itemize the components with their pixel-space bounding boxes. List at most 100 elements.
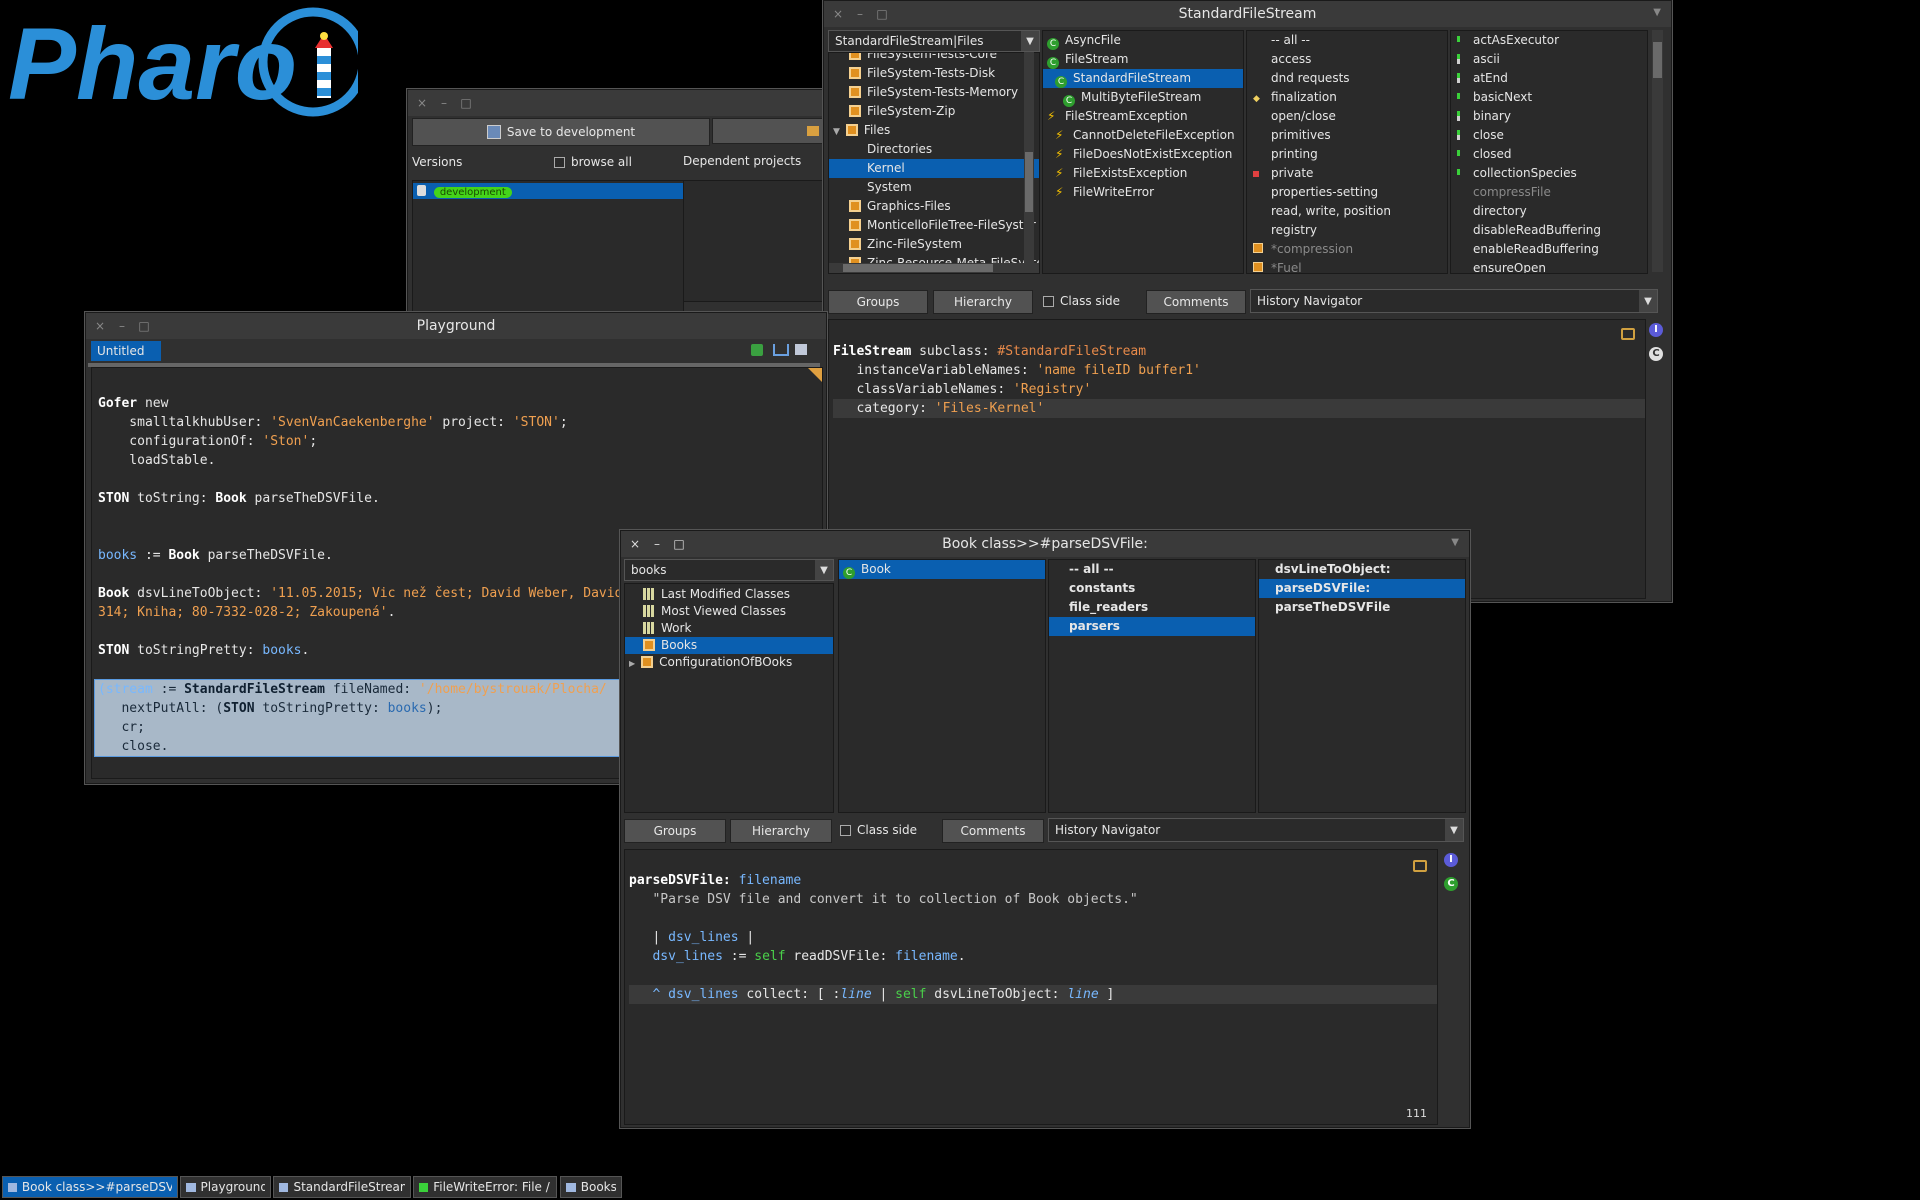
comments-button[interactable]: Comments — [942, 819, 1044, 843]
method-row[interactable]: parseDSVFile: — [1259, 579, 1465, 598]
minimize-icon[interactable]: – — [651, 537, 663, 551]
groups-button[interactable]: Groups — [828, 290, 928, 314]
info-icon[interactable]: I — [1649, 323, 1663, 337]
expand-arrow-icon[interactable]: ▶ — [629, 659, 635, 668]
protocol-row[interactable]: printing — [1247, 145, 1447, 164]
maximize-icon[interactable]: □ — [673, 537, 685, 551]
package-row[interactable]: ▶ ConfigurationOfBOoks — [625, 654, 833, 671]
protocol-row[interactable]: parsers — [1049, 617, 1255, 636]
class-row[interactable]: ⚡ FileStreamException — [1043, 107, 1243, 126]
book-package-list[interactable]: Last Modified Classes Most Viewed Classes… — [624, 583, 834, 813]
package-row[interactable]: System — [829, 178, 1039, 197]
method-row[interactable]: collectionSpecies — [1451, 164, 1647, 183]
method-row[interactable]: ascii — [1451, 50, 1647, 69]
method-row[interactable]: disableReadBuffering — [1451, 221, 1647, 240]
book-class-list[interactable]: C Book — [838, 559, 1046, 813]
dropdown-arrow-icon[interactable]: ▼ — [1445, 819, 1463, 841]
lock-icon[interactable] — [1413, 860, 1427, 872]
class-row[interactable]: C StandardFileStream — [1043, 69, 1243, 88]
dropdown-arrow-icon[interactable]: ▼ — [815, 560, 833, 580]
share-icon[interactable] — [773, 344, 789, 356]
class-row[interactable]: C Book — [839, 560, 1045, 579]
package-row[interactable]: Directories — [829, 140, 1039, 159]
horizontal-scrollbar[interactable] — [829, 263, 1039, 273]
dropdown-arrow-icon[interactable]: ▼ — [1021, 31, 1039, 51]
class-row[interactable]: ⚡ FileExistsException — [1043, 164, 1243, 183]
class-side-checkbox[interactable]: Class side — [840, 823, 917, 837]
package-row[interactable]: Zinc-FileSystem — [829, 235, 1039, 254]
package-filter-input[interactable]: books ▼ — [624, 559, 834, 581]
class-row[interactable]: C FileStream — [1043, 50, 1243, 69]
window-menu-icon[interactable]: ▼ — [1653, 7, 1661, 18]
package-filter-input[interactable]: StandardFileStream|Files ▼ — [828, 30, 1040, 52]
class-side-checkbox[interactable]: Class side — [1043, 294, 1120, 308]
method-row[interactable]: actAsExecutor — [1451, 31, 1647, 50]
maximize-icon[interactable]: □ — [138, 319, 150, 333]
method-row[interactable]: dsvLineToObject: — [1259, 560, 1465, 579]
package-scrollbar[interactable] — [1024, 52, 1034, 272]
protocol-row[interactable]: file_readers — [1049, 598, 1255, 617]
protocol-row[interactable]: -- all -- — [1247, 31, 1447, 50]
package-row[interactable]: Graphics-Files — [829, 197, 1039, 216]
class-icon[interactable]: C — [1444, 877, 1458, 891]
close-icon[interactable]: × — [94, 319, 106, 333]
history-navigator-dropdown[interactable]: History Navigator ▼ — [1250, 289, 1658, 313]
taskbar-item[interactable]: StandardFileStream — [273, 1176, 411, 1198]
close-icon[interactable]: × — [629, 537, 641, 551]
method-scrollbar[interactable] — [1652, 30, 1663, 272]
minimize-icon[interactable]: – — [438, 96, 450, 110]
protocol-row[interactable]: access — [1247, 50, 1447, 69]
package-row[interactable]: ▼ Files — [829, 121, 1039, 140]
method-row[interactable]: closed — [1451, 145, 1647, 164]
expand-arrow-icon[interactable]: ▼ — [833, 127, 840, 137]
method-row[interactable]: parseTheDSVFile — [1259, 598, 1465, 617]
protocol-row[interactable]: -- all -- — [1049, 560, 1255, 579]
class-row[interactable]: ⚡ FileDoesNotExistException — [1043, 145, 1243, 164]
load-button[interactable] — [712, 118, 824, 144]
method-row[interactable]: ensureOpen — [1451, 259, 1647, 273]
minimize-icon[interactable]: – — [854, 7, 866, 21]
sfs-protocol-list[interactable]: -- all -- access dnd requests ◆ finalization… — [1246, 30, 1448, 274]
class-row[interactable]: ⚡ CannotDeleteFileException — [1043, 126, 1243, 145]
package-row[interactable]: Most Viewed Classes — [625, 603, 833, 620]
method-row[interactable]: atEnd — [1451, 69, 1647, 88]
do-it-icon[interactable] — [751, 344, 763, 356]
maximize-icon[interactable]: □ — [460, 96, 472, 110]
protocol-row[interactable]: open/close — [1247, 107, 1447, 126]
package-row[interactable]: FileSystem-Tests-Disk — [829, 64, 1039, 83]
class-row[interactable]: C AsyncFile — [1043, 31, 1243, 50]
protocol-row[interactable]: read, write, position — [1247, 202, 1447, 221]
sfs-class-list[interactable]: C AsyncFile C FileStream C StandardFileStream… — [1042, 30, 1244, 274]
minimize-icon[interactable]: – — [116, 319, 128, 333]
class-icon[interactable]: C — [1649, 347, 1663, 361]
protocol-row[interactable]: registry — [1247, 221, 1447, 240]
method-row[interactable]: compressFile — [1451, 183, 1647, 202]
checkbox-box[interactable] — [840, 824, 851, 836]
package-row[interactable]: FileSystem-Tests-Memory — [829, 83, 1039, 102]
protocol-row[interactable]: *Fuel — [1247, 259, 1447, 273]
taskbar-item[interactable]: Books — [560, 1176, 622, 1198]
package-row[interactable]: MonticelloFileTree-FileSyster — [829, 216, 1039, 235]
protocol-row[interactable]: *compression — [1247, 240, 1447, 259]
protocol-row[interactable]: ◆ finalization — [1247, 88, 1447, 107]
package-row[interactable]: Work — [625, 620, 833, 637]
method-row[interactable]: binary — [1451, 107, 1647, 126]
book-method-list[interactable]: dsvLineToObject: parseDSVFile: parseTheDSV… — [1258, 559, 1466, 813]
protocol-row[interactable]: dnd requests — [1247, 69, 1447, 88]
tab-untitled[interactable]: Untitled — [91, 341, 161, 361]
dependent-projects-list[interactable] — [683, 180, 825, 302]
hierarchy-button[interactable]: Hierarchy — [730, 819, 832, 843]
lock-icon[interactable] — [1621, 328, 1635, 340]
package-row[interactable]: FileSystem-Zip — [829, 102, 1039, 121]
protocol-row[interactable]: constants — [1049, 579, 1255, 598]
taskbar-item[interactable]: Book class>>#parseDSVF... — [2, 1176, 178, 1198]
method-row[interactable]: enableReadBuffering — [1451, 240, 1647, 259]
dropdown-arrow-icon[interactable]: ▼ — [1639, 290, 1657, 312]
close-icon[interactable]: × — [416, 96, 428, 110]
book-protocol-list[interactable]: -- all -- constants file_readers parsers — [1048, 559, 1256, 813]
versions-list[interactable]: development — [412, 180, 684, 312]
class-row[interactable]: C MultiByteFileStream — [1043, 88, 1243, 107]
info-icon[interactable]: I — [1444, 853, 1458, 867]
checkbox-box[interactable] — [1043, 295, 1054, 307]
close-icon[interactable]: × — [832, 7, 844, 21]
